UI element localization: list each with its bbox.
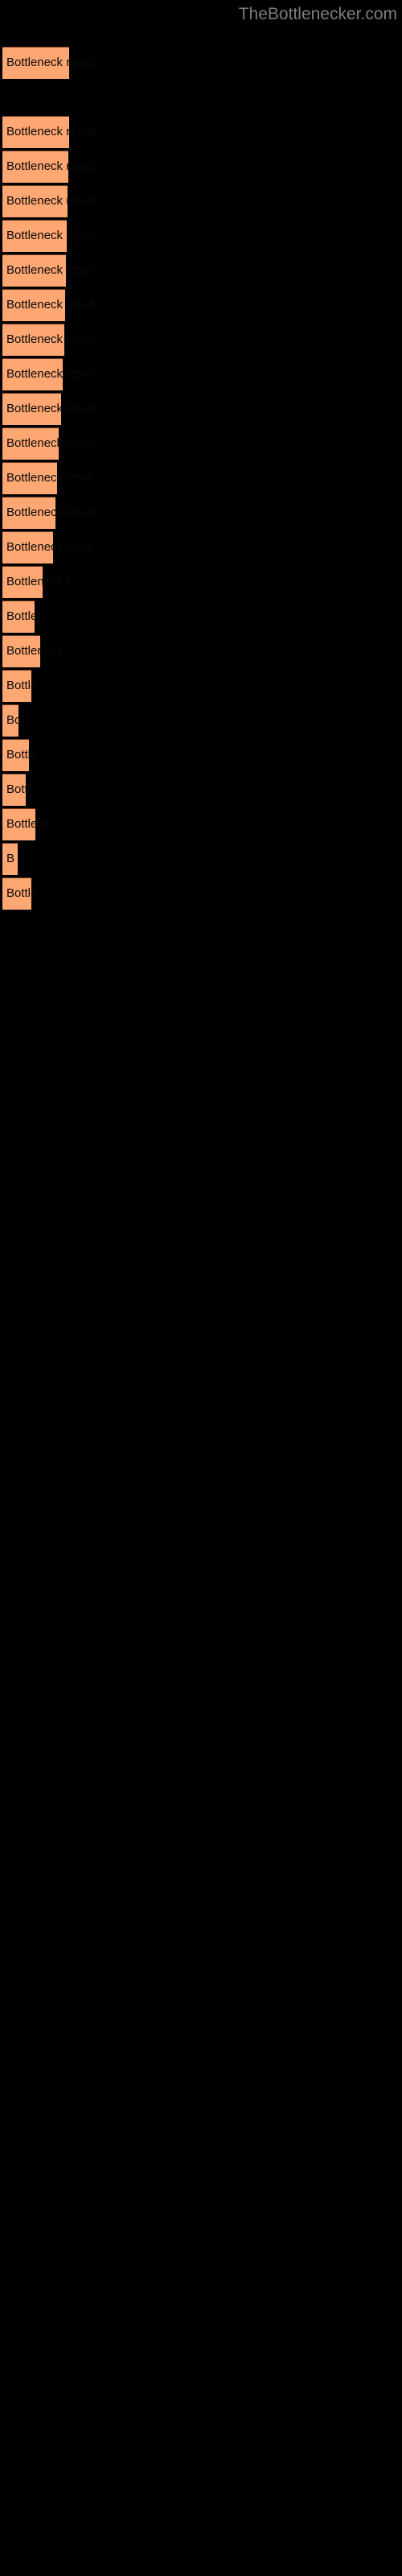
bar-rect: [2, 739, 29, 771]
bar-item[interactable]: Bo: [2, 704, 21, 737]
bar-item[interactable]: Bottle: [2, 877, 37, 910]
bar-rect: [2, 566, 43, 598]
bar-rect: [2, 531, 53, 564]
bar-rect: [2, 877, 31, 910]
bar-item[interactable]: Bottleneck result: [2, 220, 96, 252]
bar-rect: [2, 220, 67, 252]
bar-item[interactable]: Bottleneck result: [2, 289, 96, 321]
bar-rect: [2, 774, 26, 806]
bar-rect: [2, 47, 69, 79]
bar-item[interactable]: Bottleneck result: [2, 116, 96, 148]
bar-item[interactable]: Bottleneck r: [2, 566, 70, 598]
bar-rect: [2, 808, 35, 840]
bar-rect: [2, 843, 18, 875]
bar-rect: [2, 635, 40, 667]
bar-rect: [2, 185, 68, 217]
bar-item[interactable]: Bottleneck result: [2, 254, 96, 287]
bar-rect: [2, 462, 57, 494]
bar-rect: [2, 670, 31, 702]
bar-series: Bottleneck result Bottleneck result Bottle…: [0, 0, 402, 2576]
bar-item[interactable]: Bottleneck result: [2, 427, 96, 460]
bar-rect: [2, 358, 63, 390]
bar-rect: [2, 704, 18, 737]
bottleneck-chart: TheBottlenecker.com Bottleneck result Bot…: [0, 0, 402, 2576]
bar-item[interactable]: Bottleneck result: [2, 393, 96, 425]
bar-item[interactable]: Bottle: [2, 670, 37, 702]
bar-rect: [2, 289, 65, 321]
bar-item[interactable]: Bottlene: [2, 808, 51, 840]
bar-item[interactable]: Bottleneck result: [2, 324, 96, 356]
bar-item[interactable]: Bottleneck result: [2, 151, 96, 183]
bar-item[interactable]: Bottleneck: [2, 635, 63, 667]
bar-rect: [2, 116, 69, 148]
bar-item[interactable]: Bottleneck result: [2, 47, 96, 79]
bar-item[interactable]: Bott: [2, 774, 28, 806]
bar-rect: [2, 601, 35, 633]
bar-item[interactable]: Bottleneck result: [2, 185, 96, 217]
bar-rect: [2, 427, 59, 460]
bar-rect: [2, 151, 68, 183]
bar-rect: [2, 393, 61, 425]
bar-item[interactable]: B: [2, 843, 18, 875]
bar-item[interactable]: Bottleneck resul: [2, 531, 92, 564]
bar-item[interactable]: Bottleneck resul: [2, 462, 92, 494]
bar-rect: [2, 497, 55, 529]
bar-item[interactable]: Bottlen: [2, 601, 44, 633]
bar-item[interactable]: Bottleneck result: [2, 497, 96, 529]
bar-item[interactable]: Bottleneck result: [2, 358, 96, 390]
bar-item[interactable]: Bottle: [2, 739, 37, 771]
bar-rect: [2, 254, 66, 287]
bar-rect: [2, 324, 64, 356]
